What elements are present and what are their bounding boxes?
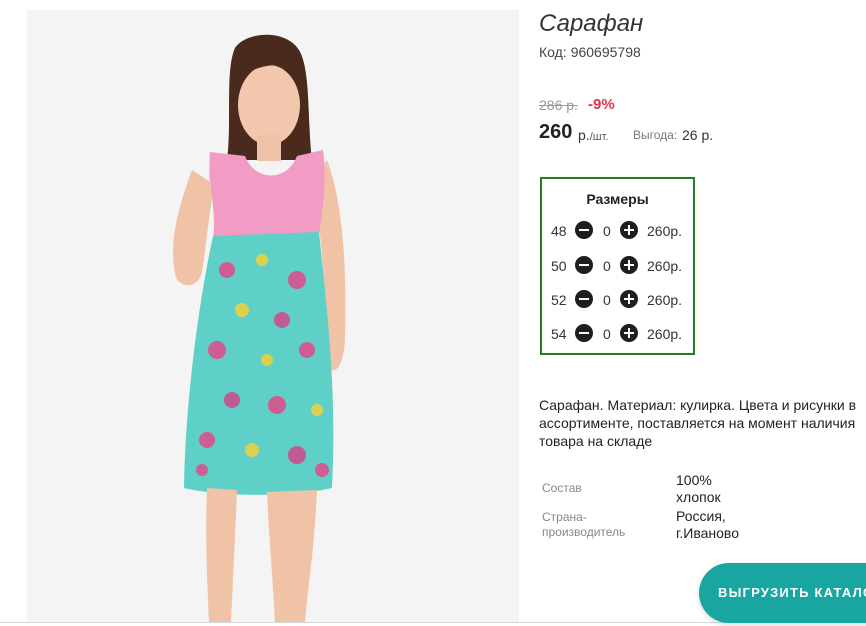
code-value: 960695798 — [570, 44, 641, 60]
plus-icon[interactable] — [620, 221, 638, 239]
product-photo[interactable] — [27, 10, 519, 622]
size-price: 260р. — [647, 258, 683, 274]
sizes-title: Размеры — [586, 191, 649, 207]
price-unit: р./шт. — [578, 127, 608, 143]
price-per-unit: /шт. — [589, 131, 609, 143]
spec-country-value: г.Иваново — [676, 525, 739, 541]
sizes-panel: Размеры 48 0 260р. 50 0 260р. 52 0 260р.… — [540, 177, 695, 355]
size-price: 260р. — [647, 292, 683, 308]
size-price: 260р. — [647, 326, 683, 342]
size-price: 260р. — [647, 223, 683, 239]
discount-badge: -9% — [588, 96, 615, 113]
spec-composition-value: 100% — [676, 472, 712, 488]
price-currency: р. — [578, 127, 590, 143]
product-description: Сарафан. Материал: кулирка. Цвета и рису… — [539, 397, 857, 449]
minus-icon[interactable] — [575, 256, 593, 274]
code-label: Код: — [539, 44, 567, 60]
size-qty: 0 — [603, 292, 611, 308]
plus-icon[interactable] — [620, 256, 638, 274]
size-label: 50 — [551, 258, 567, 274]
benefit-label: Выгода: — [633, 128, 678, 142]
minus-icon[interactable] — [575, 324, 593, 342]
size-label: 52 — [551, 292, 567, 308]
size-label: 54 — [551, 326, 567, 342]
spec-composition-value: хлопок — [676, 489, 721, 505]
benefit-value: 26 р. — [682, 127, 714, 143]
spec-country-label: Страна- — [542, 510, 587, 524]
size-row: 48 0 260р. — [542, 220, 693, 242]
plus-icon[interactable] — [620, 290, 638, 308]
spec-composition-label: Состав — [542, 481, 582, 495]
size-qty: 0 — [603, 223, 611, 239]
price-value: 260 — [539, 121, 573, 143]
plus-icon[interactable] — [620, 324, 638, 342]
spec-country-value: Россия, — [676, 508, 726, 524]
product-code: Код: 960695798 — [539, 44, 641, 60]
minus-icon[interactable] — [575, 290, 593, 308]
spec-country-label: производитель — [542, 525, 626, 539]
size-label: 48 — [551, 223, 567, 239]
size-qty: 0 — [603, 326, 611, 342]
size-row: 50 0 260р. — [542, 255, 693, 277]
old-price: 286 р. — [539, 97, 578, 113]
size-qty: 0 — [603, 258, 611, 274]
size-row: 52 0 260р. — [542, 289, 693, 311]
product-title: Сарафан — [539, 10, 644, 37]
size-row: 54 0 260р. — [542, 323, 693, 345]
export-catalog-button[interactable]: ВЫГРУЗИТЬ КАТАЛОГ — [699, 563, 866, 623]
minus-icon[interactable] — [575, 221, 593, 239]
